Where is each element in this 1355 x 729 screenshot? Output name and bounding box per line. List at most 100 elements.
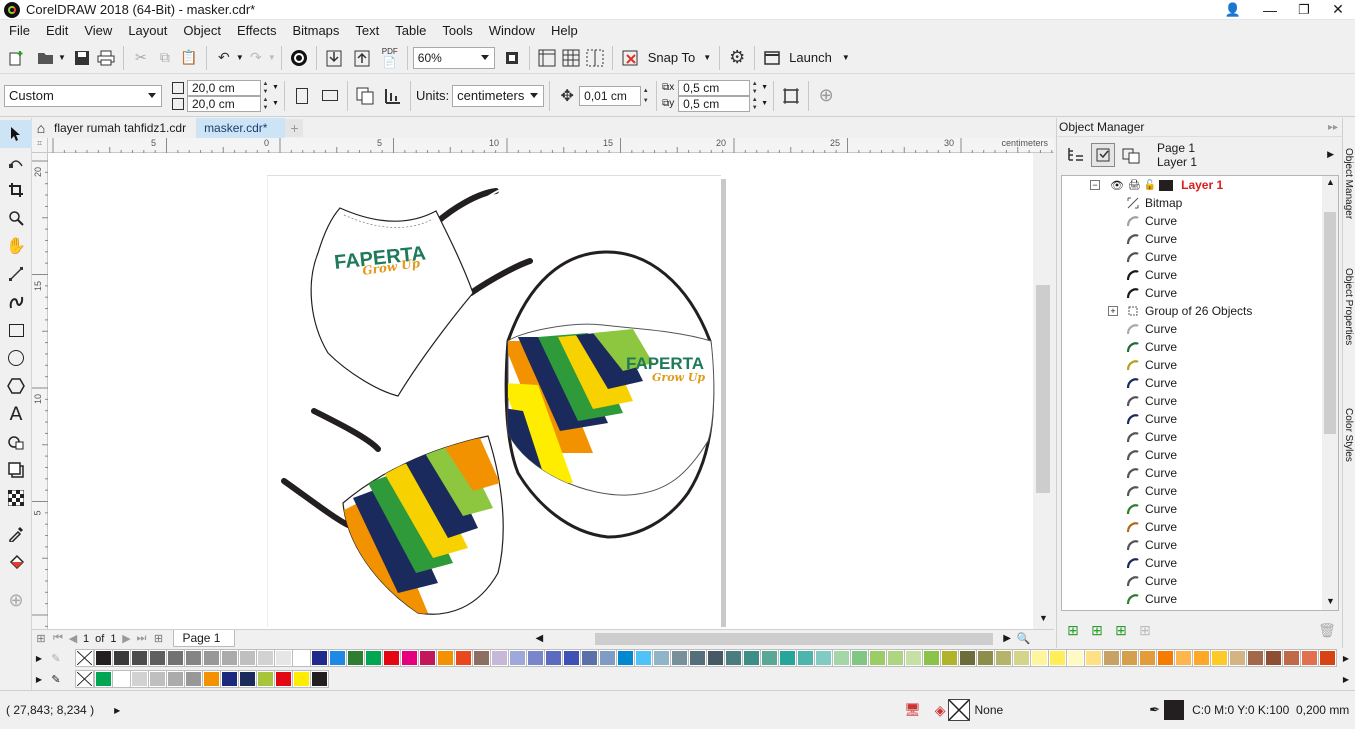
doc-color-swatch[interactable]: [148, 670, 167, 688]
color-swatch[interactable]: [1192, 649, 1211, 667]
doc-palette-eyedropper-icon[interactable]: ✎: [46, 673, 66, 686]
new-tab-icon[interactable]: +: [285, 119, 304, 137]
doc-color-swatch[interactable]: [310, 670, 329, 688]
color-swatch[interactable]: [148, 649, 167, 667]
delete-icon[interactable]: 🗑: [1315, 618, 1339, 642]
new-master-layer-all-icon[interactable]: ⊞: [1109, 618, 1133, 642]
undo-dropdown-icon[interactable]: ▼: [236, 53, 244, 62]
tree-scroll-down-icon[interactable]: ▼: [1326, 596, 1335, 606]
shape-tool-icon[interactable]: [0, 148, 32, 176]
object-row[interactable]: Curve: [1062, 374, 1338, 392]
text-tool-icon[interactable]: A: [0, 400, 32, 428]
mask-top-left[interactable]: FAPERTA Grow Up: [310, 188, 533, 397]
color-swatch[interactable]: [1318, 649, 1337, 667]
menu-layout[interactable]: Layout: [120, 20, 175, 42]
crop-tool-icon[interactable]: [0, 176, 32, 204]
new-master-layer-odd-icon[interactable]: ⊞: [1133, 618, 1157, 642]
launch-dropdown-icon[interactable]: ▼: [842, 53, 850, 62]
rectangle-tool-icon[interactable]: [0, 316, 32, 344]
color-swatch[interactable]: [94, 649, 113, 667]
add-page-after-icon[interactable]: ⊞: [149, 632, 167, 645]
duplicate-y-dropdown-icon[interactable]: ▼: [761, 100, 768, 107]
color-swatch[interactable]: [580, 649, 599, 667]
palette-scroll-right-icon[interactable]: ▶: [1343, 654, 1349, 663]
menu-effects[interactable]: Effects: [229, 20, 285, 42]
copy-icon[interactable]: ⧉: [153, 46, 177, 70]
color-swatch[interactable]: [472, 649, 491, 667]
menu-edit[interactable]: Edit: [38, 20, 76, 42]
duplicate-x-dropdown-icon[interactable]: ▼: [761, 84, 768, 91]
color-swatch[interactable]: [202, 649, 221, 667]
doc-color-swatch[interactable]: [112, 670, 131, 688]
doc-color-swatch[interactable]: [94, 670, 113, 688]
pan-tool-icon[interactable]: ✋: [0, 232, 32, 260]
lock-icon[interactable]: 🔓: [1144, 180, 1156, 191]
doc-palette-menu-icon[interactable]: ▶: [32, 675, 46, 684]
restore-button[interactable]: ❐: [1287, 2, 1321, 18]
palette-menu-icon[interactable]: ▶: [32, 654, 46, 663]
palette-eyedropper-icon[interactable]: ✎: [46, 652, 66, 665]
color-swatch[interactable]: [1102, 649, 1121, 667]
color-swatch[interactable]: [1246, 649, 1265, 667]
current-page-number[interactable]: 1: [83, 633, 89, 645]
color-swatch[interactable]: [994, 649, 1013, 667]
prev-page-icon[interactable]: ◀: [66, 632, 80, 645]
color-swatch[interactable]: [616, 649, 635, 667]
color-swatch[interactable]: [184, 649, 203, 667]
duplicate-x-spinner[interactable]: ▲ ▼: [749, 80, 760, 96]
color-swatch[interactable]: [778, 649, 797, 667]
object-row[interactable]: Curve: [1062, 464, 1338, 482]
last-page-icon[interactable]: ⏭: [133, 632, 149, 645]
color-swatch[interactable]: [904, 649, 923, 667]
print-icon[interactable]: [94, 46, 118, 70]
object-row[interactable]: Curve: [1062, 572, 1338, 590]
color-swatch[interactable]: [652, 649, 671, 667]
menu-view[interactable]: View: [76, 20, 120, 42]
color-swatch[interactable]: [436, 649, 455, 667]
launch-button[interactable]: Launch: [789, 50, 832, 65]
object-row[interactable]: Curve: [1062, 482, 1338, 500]
doc-color-swatch[interactable]: [256, 670, 275, 688]
edit-across-layers-icon[interactable]: [1091, 142, 1115, 167]
expand-group-icon[interactable]: +: [1108, 306, 1118, 316]
add-quick-customize-icon[interactable]: ⊕: [814, 84, 838, 108]
color-swatch[interactable]: [256, 649, 275, 667]
color-swatch[interactable]: [238, 649, 257, 667]
show-guidelines-icon[interactable]: [583, 46, 607, 70]
outline-color-swatch[interactable]: [1164, 700, 1185, 720]
menu-table[interactable]: Table: [387, 20, 434, 42]
interactive-fill-tool-icon[interactable]: [0, 548, 32, 576]
object-row[interactable]: Curve: [1062, 212, 1338, 230]
color-swatch[interactable]: [922, 649, 941, 667]
object-row[interactable]: Curve: [1062, 446, 1338, 464]
color-swatch[interactable]: [490, 649, 509, 667]
color-swatch[interactable]: [1012, 649, 1031, 667]
object-row[interactable]: Curve: [1062, 500, 1338, 518]
color-swatch[interactable]: [940, 649, 959, 667]
account-icon[interactable]: 👤: [1213, 2, 1253, 18]
zoom-level-dropdown[interactable]: 60%: [412, 46, 495, 69]
object-row[interactable]: + Group of 26 Objects: [1062, 302, 1338, 320]
eyedropper-tool-icon[interactable]: [0, 520, 32, 548]
color-swatch[interactable]: [760, 649, 779, 667]
color-swatch[interactable]: [454, 649, 473, 667]
redo-icon[interactable]: ↷: [244, 46, 268, 70]
docker-tab-color-styles[interactable]: Color Styles: [1343, 408, 1354, 488]
drawing-canvas[interactable]: FAPERTA Grow Up FAPERTA Grow Up: [48, 153, 1033, 629]
object-row[interactable]: Curve: [1062, 590, 1338, 608]
object-row[interactable]: Curve: [1062, 230, 1338, 248]
color-swatch[interactable]: [598, 649, 617, 667]
color-swatch[interactable]: [742, 649, 761, 667]
page-width-field[interactable]: 20,0 cm: [187, 79, 261, 96]
docker-tab-object-manager[interactable]: Object Manager: [1343, 148, 1354, 248]
nudge-distance-field[interactable]: 0,01 cm: [579, 85, 642, 106]
tab-flayer-rumah-tahfidz1[interactable]: flayer rumah tahfidz1.cdr: [50, 118, 196, 138]
snap-dropdown-arrow-icon[interactable]: ▼: [703, 53, 711, 62]
color-swatch[interactable]: [382, 649, 401, 667]
object-manager-menu-icon[interactable]: ▶: [1327, 149, 1334, 160]
zoom-navigator-icon[interactable]: 🔍: [1017, 632, 1031, 645]
object-tree-scrollbar[interactable]: ▲ ▼: [1322, 176, 1338, 610]
color-swatch[interactable]: [1264, 649, 1283, 667]
scroll-left-icon[interactable]: ◀: [535, 633, 543, 644]
cut-icon[interactable]: ✂: [129, 46, 153, 70]
